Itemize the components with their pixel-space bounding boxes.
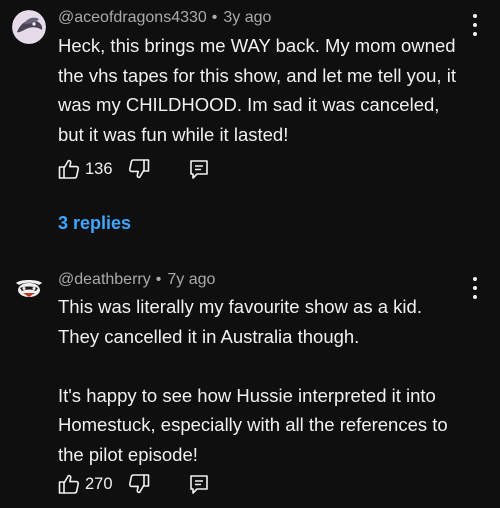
comment-line: This was literally my favourite show as … xyxy=(58,296,422,317)
comment-line: They cancelled it in Australia though. xyxy=(58,325,360,347)
comment-time[interactable]: 3y ago xyxy=(223,9,271,26)
comment-line: was my CHILDHOOD. Im sad it was canceled… xyxy=(58,94,440,115)
comment-actions: 270 xyxy=(58,473,238,499)
author-name[interactable]: @aceofdragons4330 xyxy=(58,9,207,26)
comment-time[interactable]: 7y ago xyxy=(167,271,215,288)
comment-line: Heck, this brings me WAY back. My mom ow… xyxy=(58,35,456,56)
comment-actions: 136 xyxy=(58,158,238,184)
comment-meta: @aceofdragons4330 • 3y ago xyxy=(58,9,271,27)
thumbs-down-icon[interactable] xyxy=(128,473,150,500)
avatar[interactable] xyxy=(12,269,46,303)
avatar-image xyxy=(12,269,46,303)
comment-2: @deathberry • 7y ago This was literally my… xyxy=(0,262,500,508)
comment-text: This was literally my favourite show as … xyxy=(58,292,478,469)
comment-line: Homestuck, especially with all the refer… xyxy=(58,414,448,435)
comment-1: @aceofdragons4330 • 3y ago Heck, this brin… xyxy=(0,0,500,240)
comment-line: but it was fun while it lasted! xyxy=(58,123,289,145)
avatar[interactable] xyxy=(12,10,46,44)
meta-separator: • xyxy=(211,9,218,26)
comment-line: the vhs tapes for this show, and let me … xyxy=(58,64,456,86)
avatar-image xyxy=(12,10,46,44)
comment-text: Heck, this brings me WAY back. My mom ow… xyxy=(58,31,478,149)
comment-line: the pilot episode! xyxy=(58,443,198,465)
like-count: 270 xyxy=(85,475,113,493)
meta-separator: • xyxy=(155,271,162,288)
thumbs-down-icon[interactable] xyxy=(128,158,150,185)
reply-icon[interactable] xyxy=(188,158,210,185)
author-name[interactable]: @deathberry xyxy=(58,271,151,288)
comment-meta: @deathberry • 7y ago xyxy=(58,271,215,289)
reply-icon[interactable] xyxy=(188,473,210,500)
comment-line: It's happy to see how Hussie interpreted… xyxy=(58,384,436,406)
thumbs-up-icon[interactable] xyxy=(58,473,80,500)
thumbs-up-icon[interactable] xyxy=(58,158,80,185)
replies-toggle[interactable]: 3 replies xyxy=(58,213,131,234)
comment-line xyxy=(58,351,478,381)
like-count: 136 xyxy=(85,160,113,178)
